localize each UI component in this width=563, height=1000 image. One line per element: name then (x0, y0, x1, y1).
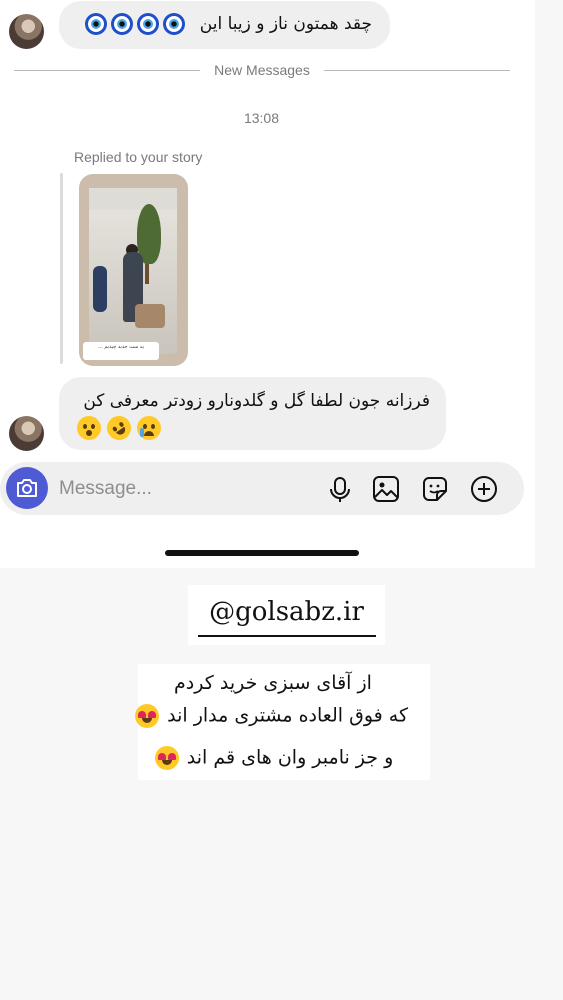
message-bubble-top[interactable]: چقد همتون ناز و زیبا این (59, 1, 390, 49)
divider-line-left (14, 70, 200, 71)
evil-eye-icon (84, 13, 107, 35)
screenshot-gutter (535, 0, 563, 568)
note-line-3: و جز نامبر وان های قم اند (186, 746, 394, 769)
testimonial-note: از آقای سبزی خرید کردم که فوق العاده مشت… (135, 664, 430, 780)
home-indicator (165, 550, 359, 556)
sender-avatar[interactable] (9, 416, 44, 451)
sticker-icon[interactable] (421, 475, 449, 503)
message-emojis (71, 411, 430, 445)
evil-eye-icon (110, 13, 133, 35)
evil-eye-icon (136, 13, 159, 35)
handle-underline (198, 635, 376, 637)
note-line-2: که فوق العاده مشتری مدار اند (167, 704, 408, 727)
message-input[interactable] (59, 474, 309, 504)
microphone-icon[interactable] (326, 475, 354, 503)
message-timestamp: 13:08 (243, 110, 280, 126)
plus-circle-icon[interactable] (470, 475, 498, 503)
story-caption: یه ست جدید چیدیم ... (83, 342, 159, 360)
replied-to-story-label: Replied to your story (74, 149, 203, 165)
heart-eyes-icon (135, 704, 160, 728)
reply-indicator-bar (60, 173, 63, 364)
message-composer (0, 462, 524, 515)
heart-eyes-icon (154, 746, 179, 770)
note-line-1: از آقای سبزی خرید کردم (174, 672, 372, 694)
evil-eye-icon (162, 13, 185, 35)
face-blowing-kiss-icon (77, 416, 101, 440)
instagram-handle: @golsabz.ir (209, 597, 364, 627)
message-bubble-bottom[interactable]: فرزانه جون لطفا گل و گلدونارو زودتر معرف… (59, 377, 446, 450)
camera-button[interactable] (6, 467, 48, 509)
sender-avatar[interactable] (9, 14, 44, 49)
new-messages-divider: New Messages (214, 62, 310, 78)
image-icon[interactable] (372, 475, 400, 503)
dm-thread: چقد همتون ناز و زیبا این New Messages 13… (0, 0, 535, 568)
crying-face-icon (137, 416, 161, 440)
story-thumbnail[interactable]: یه ست جدید چیدیم ... (79, 174, 188, 366)
handle-sticker: @golsabz.ir (188, 585, 385, 645)
divider-line-right (324, 70, 510, 71)
message-text-bottom: فرزانه جون لطفا گل و گلدونارو زودتر معرف… (83, 391, 430, 411)
rolling-laughing-icon (102, 411, 136, 445)
message-text-top: چقد همتون ناز و زیبا این (199, 14, 372, 34)
camera-icon (17, 479, 37, 497)
